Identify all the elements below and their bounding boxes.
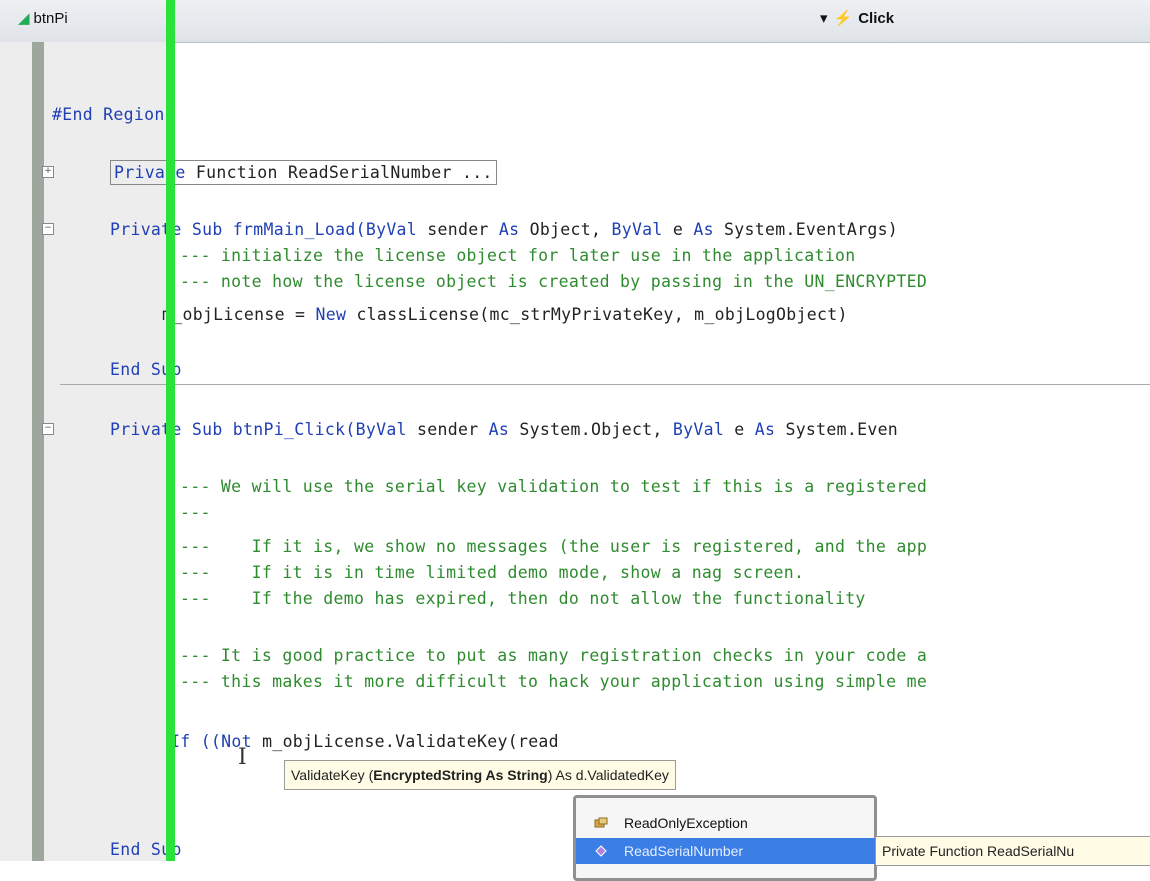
change-tracking-margin — [32, 42, 44, 861]
code-comment[interactable]: --- It is good practice to put as many r… — [180, 646, 927, 666]
completion-item-label: ReadOnlyException — [624, 815, 748, 831]
method-icon — [595, 845, 607, 857]
code-line-end-region[interactable]: #End Region — [52, 105, 165, 125]
code-line-if[interactable]: If ((Not m_objLicense.ValidateKey(read — [170, 732, 559, 752]
code-comment[interactable]: --- this makes it more difficult to hack… — [180, 672, 927, 692]
parameter-info-tooltip: ValidateKey (EncryptedString As String) … — [284, 760, 676, 790]
object-dropdown[interactable]: ◢ btnPi — [18, 6, 298, 32]
outline-expand-icon[interactable]: + — [42, 166, 54, 178]
event-icon: ⚡ — [833, 10, 853, 27]
event-dropdown[interactable]: ▾ ⚡ Click — [820, 6, 1140, 32]
code-comment[interactable]: --- initialize the license object for la… — [180, 246, 855, 266]
completion-item[interactable]: ReadOnlyException — [576, 810, 904, 836]
object-dropdown-value: btnPi — [33, 10, 68, 27]
code-line-license[interactable]: m_objLicense = New classLicense(mc_strMy… — [162, 305, 848, 325]
code-comment[interactable]: --- If it is in time limited demo mode, … — [180, 563, 804, 583]
intellisense-list[interactable]: ReadOnlyException ReadSerialNumber — [573, 795, 904, 881]
completion-item-selected[interactable]: ReadSerialNumber — [576, 838, 904, 864]
code-comment[interactable]: --- — [180, 503, 211, 523]
code-comment[interactable]: --- If the demo has expired, then do not… — [180, 589, 866, 609]
code-line-click-sub[interactable]: Private Sub btnPi_Click(ByVal sender As … — [110, 420, 898, 440]
code-comment[interactable]: --- We will use the serial key validatio… — [180, 477, 927, 497]
code-line-load-sub[interactable]: Private Sub frmMain_Load(ByVal sender As… — [110, 220, 898, 240]
code-comment[interactable]: --- If it is, we show no messages (the u… — [180, 537, 927, 557]
chevron-down-icon[interactable]: ▾ — [820, 10, 828, 27]
procedure-separator — [60, 384, 1150, 385]
outline-collapse-icon[interactable]: − — [42, 423, 54, 435]
margin-highlight-bar — [166, 0, 175, 861]
quick-info-tooltip: Private Function ReadSerialNu — [875, 836, 1150, 866]
event-dropdown-value: Click — [858, 10, 895, 27]
control-icon: ◢ — [18, 10, 30, 27]
text-cursor-icon: I — [238, 745, 247, 770]
outline-collapse-icon[interactable]: − — [42, 223, 54, 235]
completion-item-label: ReadSerialNumber — [624, 843, 744, 859]
class-icon — [594, 817, 608, 828]
code-comment[interactable]: --- note how the license object is creat… — [180, 272, 927, 292]
